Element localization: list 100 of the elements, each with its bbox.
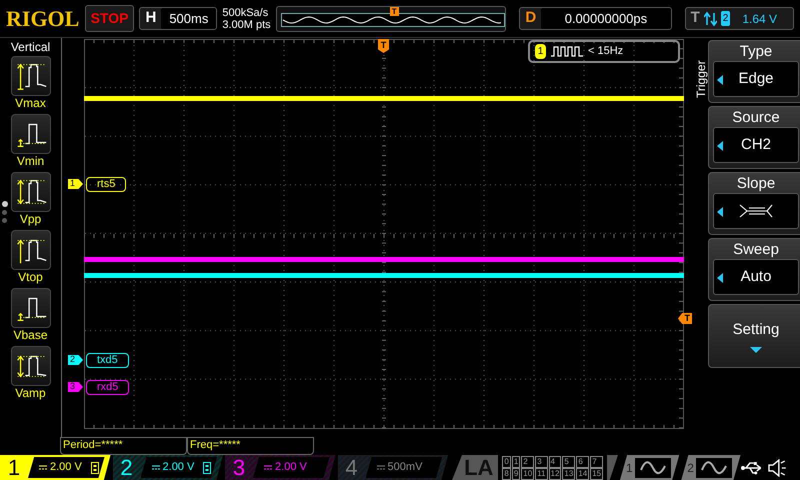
digital-channel-bit: 10 — [521, 468, 534, 480]
timebase-display[interactable]: H 500ms — [139, 7, 218, 30]
measure-label: Vbase — [13, 328, 48, 343]
menu-title: Vertical — [10, 39, 50, 56]
measure-button[interactable] — [10, 56, 50, 96]
trigger-position-marker: T — [378, 39, 389, 53]
channel-number: 3 — [232, 454, 246, 480]
dc-coupling-icon — [39, 464, 47, 470]
menu-value: Edge — [738, 68, 774, 89]
digital-channel-bit: 9 — [512, 468, 520, 480]
generator-number: 2 — [687, 460, 694, 476]
speaker-icon[interactable] — [768, 458, 786, 476]
channel-scale: 2.00 V — [162, 460, 194, 476]
slope-either-icon — [739, 204, 773, 218]
menu-label: Setting — [732, 320, 780, 340]
digital-channel-bit: 0 — [502, 456, 511, 468]
channel-scale: 2.00 V — [275, 460, 307, 476]
menu-label: Sweep — [733, 241, 779, 259]
digital-channel-bit: 3 — [535, 456, 548, 468]
measure-label: Vamp — [15, 386, 46, 401]
menu-button[interactable]: Source CH2 — [708, 106, 800, 169]
dc-coupling-icon — [264, 464, 272, 470]
channel-marker: 2 — [68, 355, 84, 365]
usb-icon — [740, 460, 762, 476]
menu-button[interactable]: Slope — [708, 172, 800, 235]
delay-label: D — [524, 8, 538, 28]
page-dot[interactable] — [2, 201, 8, 207]
digital-channel-bit: 8 — [502, 468, 511, 480]
menu-value: CH2 — [740, 134, 771, 155]
measure-label: Vpp — [20, 212, 42, 227]
digital-channel-bit: 2 — [521, 456, 534, 468]
delay-value: 0.00000000ps — [541, 8, 671, 29]
channel-tab[interactable]: 3 2.00 V — [225, 455, 336, 480]
generator-tab[interactable]: 2 — [681, 455, 741, 480]
menu-value: Auto — [740, 266, 772, 287]
down-arrow-icon — [750, 347, 762, 354]
measurement-readout: Freq=***** — [187, 437, 314, 455]
brand-logo: RIGOL — [6, 5, 80, 33]
menu-label: Type — [740, 43, 772, 61]
digital-channel-bit: 11 — [535, 468, 548, 480]
delay-display[interactable]: D 0.00000000ps — [519, 7, 672, 30]
page-dot[interactable] — [2, 218, 7, 223]
channel-label: rxd5 — [86, 380, 130, 395]
channel-scale: 500mV — [388, 460, 422, 476]
left-arrow-icon — [717, 75, 723, 85]
timebase-label: H — [144, 8, 158, 28]
square-wave-icon — [550, 45, 584, 58]
trigger-level-marker: T — [678, 313, 692, 324]
left-arrow-icon — [717, 207, 723, 217]
measure-label: Vtop — [18, 270, 43, 285]
digital-channel-bit: 14 — [576, 468, 590, 480]
measure-button[interactable] — [10, 172, 50, 212]
channel-tab[interactable]: 2 2.00 V — [112, 455, 224, 480]
digital-channel-bit: 4 — [548, 456, 562, 468]
run-stop-button[interactable]: STOP — [84, 5, 134, 32]
channel-label: txd5 — [86, 353, 129, 368]
trigger-position-marker: T — [390, 6, 399, 16]
sine-wave-icon — [696, 458, 732, 478]
channel-label: rts5 — [86, 177, 126, 192]
channel-tab[interactable]: 1 2.00 V — [0, 455, 111, 480]
menu-button[interactable]: Setting — [708, 304, 800, 368]
sine-wave-icon — [634, 458, 671, 478]
left-arrow-icon — [717, 273, 723, 283]
menu-button[interactable]: Sweep Auto — [708, 238, 800, 301]
dc-coupling-icon — [376, 464, 385, 470]
trigger-frequency: < 15Hz — [588, 44, 624, 60]
memory-depth: 3.00M pts — [222, 18, 271, 30]
edge-either-icon — [704, 10, 717, 26]
digital-channel-bit: 12 — [548, 468, 562, 480]
digital-channel-bit: 5 — [562, 456, 576, 468]
channel-number: 4 — [344, 454, 359, 480]
digital-channel-bit: 13 — [562, 468, 576, 480]
measure-button[interactable] — [10, 288, 50, 328]
digital-channel-bit: 7 — [590, 456, 604, 468]
menu-button[interactable]: Type Edge — [708, 40, 800, 103]
measurement-readout: Period=***** — [60, 437, 187, 455]
measure-button[interactable] — [10, 346, 50, 386]
measure-label: Vmin — [16, 154, 44, 169]
channel-number: 1 — [6, 454, 22, 480]
generator-tab[interactable]: 1 — [620, 455, 680, 480]
channel-marker: 1 — [68, 179, 84, 189]
channel-scale: 2.00 V — [50, 460, 82, 476]
trigger-source-number: 2 — [720, 11, 730, 26]
trigger-status-display[interactable]: T 2 1.64 V — [684, 7, 794, 30]
channel-number: 2 — [119, 454, 134, 480]
menu-label: Slope — [736, 175, 776, 193]
digital-channel-bit: 1 — [512, 456, 520, 468]
digital-channel-bit: 15 — [590, 468, 604, 480]
sample-rate: 500kSa/s — [222, 6, 270, 18]
trigger-level: 1.64 V — [742, 10, 778, 28]
measure-button[interactable] — [10, 230, 50, 270]
channel-tab[interactable]: 4 500mV — [338, 455, 448, 480]
trigger-source-number: 1 — [535, 44, 546, 59]
measure-button[interactable] — [10, 114, 50, 154]
logic-analyzer-tab[interactable]: LA 0 1 2 3 4 5 6 7 8 9 10 11 12 13 14 15 — [452, 455, 618, 480]
digital-channel-bit: 6 — [576, 456, 590, 468]
page-dot[interactable] — [2, 210, 7, 215]
generator-number: 1 — [626, 460, 633, 476]
menu-title: Trigger — [693, 59, 706, 100]
logic-analyzer-label: LA — [464, 454, 494, 480]
